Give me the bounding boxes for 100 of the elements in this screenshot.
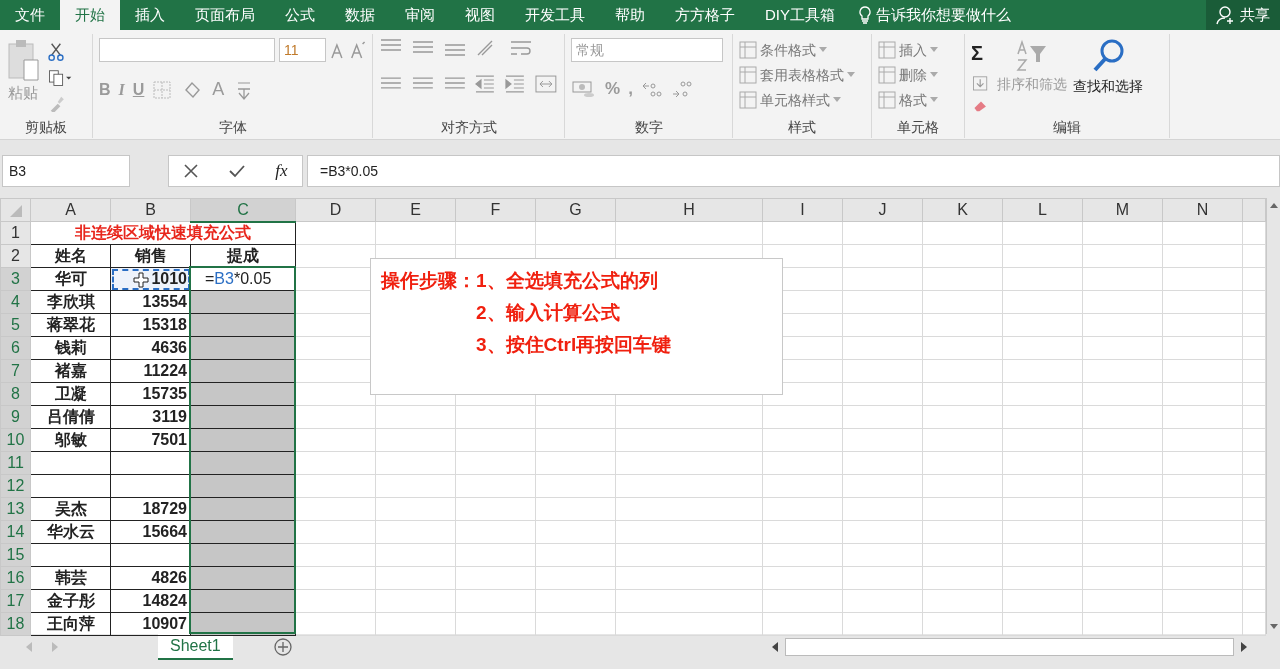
ribbon-tab[interactable]: 页面布局 [180, 0, 270, 30]
row-header[interactable]: 17 [0, 589, 31, 613]
column-header[interactable]: D [295, 198, 376, 222]
outdent-icon[interactable] [474, 74, 497, 94]
row-header[interactable]: 10 [0, 428, 31, 452]
sheet-title: 非连续区域快速填充公式 [30, 221, 296, 245]
ribbon-command[interactable]: 套用表格格式 [739, 63, 865, 87]
ribbon-command[interactable]: 单元格样式 [739, 88, 865, 112]
sheet-tab[interactable]: Sheet1 [158, 634, 233, 660]
name-box[interactable]: B3 [2, 155, 130, 187]
column-header[interactable]: G [535, 198, 616, 222]
column-header[interactable]: N [1162, 198, 1243, 222]
add-sheet-icon[interactable] [272, 637, 293, 657]
check-icon[interactable] [228, 163, 247, 179]
column-header[interactable]: F [455, 198, 536, 222]
autosum-button[interactable]: Σ [971, 38, 991, 68]
row-header[interactable]: 11 [0, 451, 31, 475]
select-all-corner[interactable] [0, 198, 31, 222]
delete-cells-icon [878, 66, 896, 84]
ribbon-command[interactable]: 插入 [878, 38, 958, 62]
share-button[interactable]: 共享 [1206, 0, 1280, 30]
row-header[interactable]: 9 [0, 405, 31, 429]
row-header[interactable]: 2 [0, 244, 31, 268]
search-hint[interactable]: 告诉我你想要做什么 [876, 3, 1011, 27]
row-header[interactable]: 16 [0, 566, 31, 590]
format-cells-icon [878, 91, 896, 109]
column-header[interactable]: L [1002, 198, 1083, 222]
next-sheet-icon[interactable] [50, 641, 60, 653]
instruction-step: 3、按住Ctrl再按回车键 [476, 331, 672, 363]
dropdown-arrow-icon[interactable] [847, 72, 855, 78]
copy-icon[interactable] [46, 69, 74, 87]
conditional-format-icon [739, 41, 757, 59]
grow-font-icon[interactable] [330, 40, 366, 60]
instruction-step: 2、输入计算公式 [476, 299, 672, 331]
ribbon-tab[interactable]: 数据 [330, 0, 390, 30]
column-header[interactable]: H [615, 198, 763, 222]
insert-function-button[interactable]: fx [275, 158, 288, 184]
lightbulb-icon [858, 5, 872, 25]
ribbon-tab[interactable]: 插入 [120, 0, 180, 30]
column-header[interactable]: K [922, 198, 1003, 222]
instruction-step: 1、全选填充公式的列 [476, 267, 672, 299]
column-header[interactable]: A [30, 198, 111, 222]
font-name-field[interactable] [99, 38, 275, 62]
table-cell: 邬敏 [30, 428, 111, 452]
row-header[interactable]: 1 [0, 221, 31, 245]
table-cell: 李欣琪 [30, 290, 111, 314]
formula-field[interactable]: =B3*0.05 [307, 155, 1280, 187]
column-header[interactable]: C [190, 198, 296, 222]
instruction-label: 操作步骤： [381, 269, 476, 293]
dropdown-arrow-icon[interactable] [930, 97, 938, 103]
previous-sheet-icon[interactable] [24, 641, 34, 653]
dropdown-arrow-icon[interactable] [930, 47, 938, 53]
cancel-icon[interactable] [183, 163, 200, 179]
table-header-cell: 销售 [110, 244, 191, 268]
row-header[interactable]: 14 [0, 520, 31, 544]
column-header[interactable]: E [375, 198, 456, 222]
indent-icon[interactable] [504, 74, 527, 94]
ribbon-tab[interactable]: 公式 [270, 0, 330, 30]
decrease-decimal-icon[interactable] [670, 78, 693, 99]
ribbon-tab[interactable]: 审阅 [390, 0, 450, 30]
column-header[interactable]: J [842, 198, 923, 222]
row-header[interactable]: 13 [0, 497, 31, 521]
number-format-field[interactable]: 常规 [571, 38, 723, 62]
font-size-field[interactable]: 11 [278, 38, 327, 62]
column-header[interactable]: B [110, 198, 191, 222]
merge-icon[interactable] [534, 74, 558, 94]
cell-style-icon [739, 91, 757, 109]
ribbon-tab[interactable]: 帮助 [600, 0, 660, 30]
ribbon-command[interactable]: 条件格式 [739, 38, 865, 62]
row-header[interactable]: 8 [0, 382, 31, 406]
person-icon [1216, 5, 1236, 25]
ribbon-tab[interactable]: 视图 [450, 0, 510, 30]
table-format-icon [739, 66, 757, 84]
ribbon-tab[interactable]: 方方格子 [660, 0, 750, 30]
currency-icon[interactable] [571, 78, 597, 99]
row-header[interactable]: 15 [0, 543, 31, 567]
row-header[interactable]: 5 [0, 313, 31, 337]
column-header[interactable]: M [1082, 198, 1163, 222]
scissors-icon[interactable] [46, 42, 66, 62]
ribbon-tab[interactable]: 开始 [60, 0, 120, 30]
table-cell: 吕倩倩 [30, 405, 111, 429]
ribbon-command[interactable]: 格式 [878, 88, 958, 112]
find-select-button[interactable]: 查找和选择 [1073, 76, 1143, 97]
ribbon-tab[interactable]: 开发工具 [510, 0, 600, 30]
column-header[interactable]: I [762, 198, 843, 222]
row-header[interactable]: 6 [0, 336, 31, 360]
dropdown-arrow-icon[interactable] [833, 97, 841, 103]
dropdown-arrow-icon[interactable] [819, 47, 827, 53]
row-header[interactable]: 7 [0, 359, 31, 383]
clipboard-icon [6, 38, 40, 82]
row-header[interactable]: 4 [0, 290, 31, 314]
ribbon-tab[interactable]: DIY工具箱 [750, 0, 850, 30]
row-header[interactable]: 3 [0, 267, 31, 291]
dropdown-arrow-icon[interactable] [930, 72, 938, 78]
row-header[interactable]: 18 [0, 612, 31, 636]
table-cell: 华可 [30, 267, 111, 291]
ribbon-command[interactable]: 删除 [878, 63, 958, 87]
ribbon-tab[interactable]: 文件 [0, 0, 60, 30]
row-header[interactable]: 12 [0, 474, 31, 498]
table-cell: 卫凝 [30, 382, 111, 406]
